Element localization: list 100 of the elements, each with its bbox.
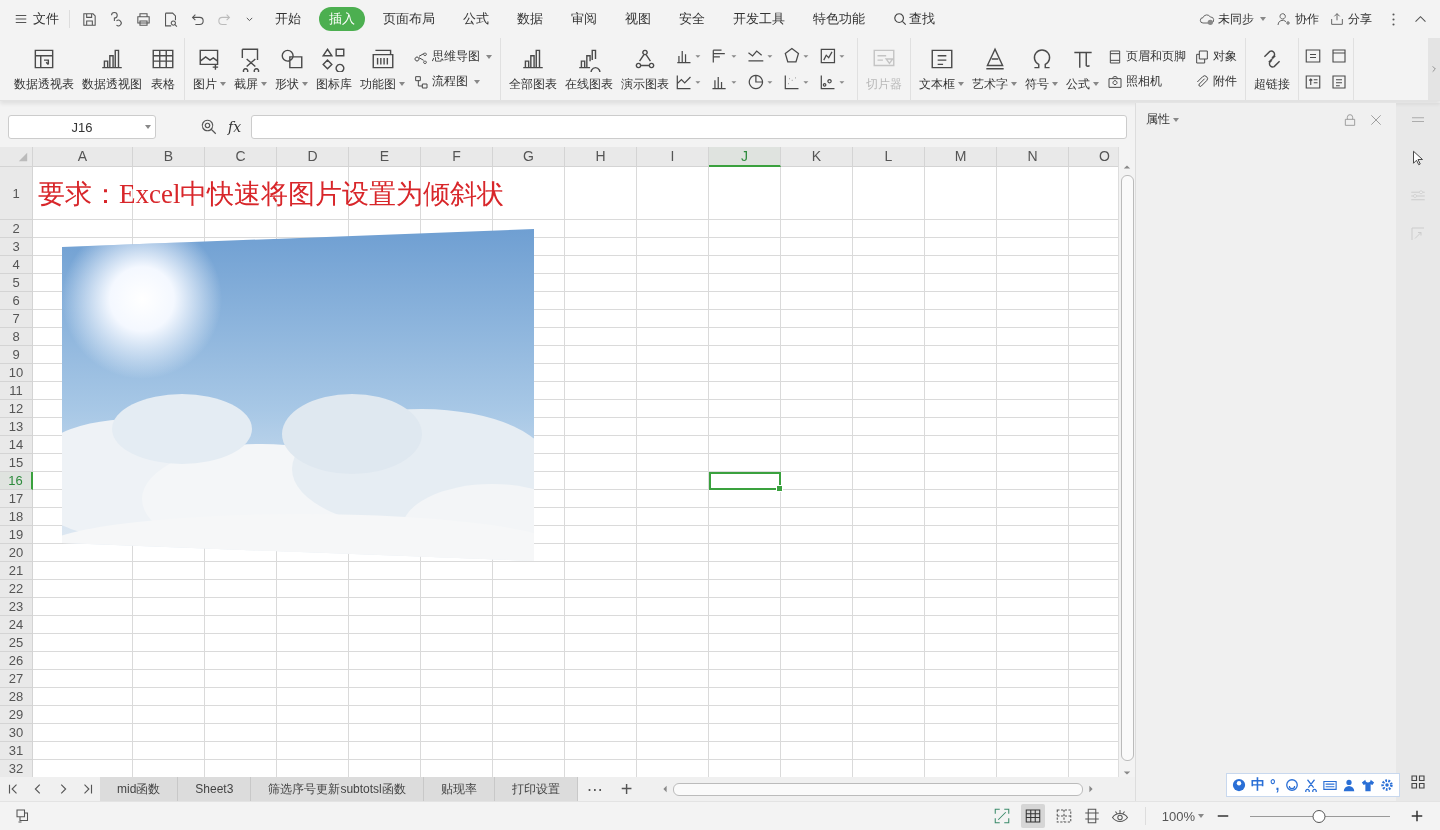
- search-button[interactable]: 查找: [883, 7, 945, 31]
- zoom-icon[interactable]: [200, 118, 218, 136]
- ribbon-button[interactable]: 图标库: [313, 43, 355, 95]
- slider-thumb[interactable]: [1312, 809, 1326, 823]
- ribbon-button[interactable]: 图片: [190, 43, 229, 95]
- column-header[interactable]: A: [33, 147, 133, 167]
- ribbon-button[interactable]: 艺术字: [969, 43, 1020, 95]
- column-header[interactable]: M: [925, 147, 997, 167]
- arrow-left-icon[interactable]: [661, 785, 670, 793]
- ribbon-button[interactable]: 照相机: [1107, 73, 1186, 90]
- menu-tab[interactable]: 公式: [453, 7, 499, 31]
- row-header[interactable]: 32: [0, 760, 33, 777]
- first-sheet-icon[interactable]: [6, 782, 20, 796]
- row-header[interactable]: 6: [0, 292, 33, 310]
- row-header[interactable]: 1: [0, 167, 33, 220]
- file-menu[interactable]: 文件: [14, 10, 70, 28]
- column-header[interactable]: K: [781, 147, 853, 167]
- row-header[interactable]: 31: [0, 742, 33, 760]
- column-header[interactable]: C: [205, 147, 277, 167]
- ribbon-button[interactable]: 截屏: [231, 43, 270, 95]
- zoom-dropdown[interactable]: 100%: [1161, 808, 1204, 824]
- row-header[interactable]: 24: [0, 616, 33, 634]
- ribbon-button[interactable]: 对象: [1194, 48, 1237, 65]
- row-header[interactable]: 14: [0, 436, 33, 454]
- row-header[interactable]: 21: [0, 562, 33, 580]
- ribbon-button[interactable]: 页眉和页脚: [1107, 48, 1186, 65]
- share-button[interactable]: 分享: [1329, 10, 1372, 28]
- collaborate-button[interactable]: 协作: [1276, 10, 1319, 28]
- print-preview-icon[interactable]: [162, 10, 179, 28]
- column-header[interactable]: E: [349, 147, 421, 167]
- list-icon[interactable]: [1330, 73, 1348, 91]
- column-header[interactable]: J: [709, 147, 781, 167]
- menu-tab[interactable]: 审阅: [561, 7, 607, 31]
- sheet-tab[interactable]: Sheet3: [178, 777, 252, 801]
- punctuation-label[interactable]: °,: [1270, 777, 1280, 793]
- arrow-up-icon[interactable]: [1123, 163, 1131, 171]
- smiley-icon[interactable]: [1284, 778, 1299, 792]
- column-header[interactable]: B: [133, 147, 205, 167]
- row-header[interactable]: 12: [0, 400, 33, 418]
- row-header[interactable]: 27: [0, 670, 33, 688]
- row-header[interactable]: 8: [0, 328, 33, 346]
- scatter-chart-icon[interactable]: [782, 72, 810, 92]
- sheet-tab[interactable]: 打印设置: [494, 777, 578, 801]
- row-header[interactable]: 3: [0, 238, 33, 256]
- menu-tab[interactable]: 开发工具: [723, 7, 795, 31]
- row-header[interactable]: 13: [0, 418, 33, 436]
- row-header[interactable]: 9: [0, 346, 33, 364]
- settings-icon[interactable]: [1379, 778, 1394, 792]
- row-header[interactable]: 19: [0, 526, 33, 544]
- column-header[interactable]: F: [421, 147, 493, 167]
- ribbon-button[interactable]: 数据透视图: [79, 43, 145, 95]
- scrollbar-thumb[interactable]: [1120, 175, 1134, 761]
- row-header[interactable]: 23: [0, 598, 33, 616]
- last-sheet-icon[interactable]: [81, 782, 95, 796]
- person-icon[interactable]: [1232, 778, 1246, 792]
- menu-tab[interactable]: 安全: [669, 7, 715, 31]
- row-header[interactable]: 16: [0, 472, 33, 490]
- column-header[interactable]: N: [997, 147, 1069, 167]
- row-header[interactable]: 2: [0, 220, 33, 238]
- normal-view-icon[interactable]: [1020, 804, 1045, 828]
- sheet-tab[interactable]: 贴现率: [423, 777, 495, 801]
- row-header[interactable]: 29: [0, 706, 33, 724]
- column-header[interactable]: H: [565, 147, 637, 167]
- row-header[interactable]: 5: [0, 274, 33, 292]
- sheet-tab[interactable]: mid函数: [100, 777, 179, 801]
- arrow-down-icon[interactable]: [1123, 769, 1131, 777]
- eye-icon[interactable]: [1110, 807, 1129, 825]
- person-icon[interactable]: [1341, 778, 1356, 792]
- ribbon-button[interactable]: 超链接: [1251, 43, 1293, 95]
- sheet-tab[interactable]: 筛选序号更新subtotsl函数: [251, 777, 424, 801]
- area-chart-icon[interactable]: [818, 46, 846, 66]
- row-header[interactable]: 22: [0, 580, 33, 598]
- menu-tab[interactable]: 开始: [265, 7, 311, 31]
- row-header[interactable]: 11: [0, 382, 33, 400]
- shirt-icon[interactable]: [1360, 778, 1375, 792]
- vertical-text-icon[interactable]: [1304, 73, 1322, 91]
- page-break-icon[interactable]: [1054, 807, 1073, 825]
- ribbon-button[interactable]: 流程图: [413, 73, 492, 90]
- row-header[interactable]: 15: [0, 454, 33, 472]
- selected-cell[interactable]: [709, 472, 781, 490]
- column-header[interactable]: D: [277, 147, 349, 167]
- ribbon-button[interactable]: 思维导图: [413, 48, 492, 65]
- bubble-chart-icon[interactable]: [818, 72, 846, 92]
- ribbon-button[interactable]: 表格: [147, 43, 179, 95]
- row-header[interactable]: 25: [0, 634, 33, 652]
- row-header[interactable]: 30: [0, 724, 33, 742]
- row-header[interactable]: 26: [0, 652, 33, 670]
- ribbon-button[interactable]: 数据透视表: [11, 43, 77, 95]
- row-header[interactable]: 28: [0, 688, 33, 706]
- arrow-right-icon[interactable]: [1087, 785, 1095, 793]
- fullscreen-icon[interactable]: [992, 807, 1011, 825]
- page-layout-icon[interactable]: [1082, 807, 1101, 825]
- properties-dropdown[interactable]: 属性: [1146, 111, 1179, 128]
- formula-input[interactable]: [251, 115, 1127, 139]
- function-label[interactable]: fx: [228, 119, 242, 135]
- ribbon-button[interactable]: 附件: [1194, 73, 1237, 90]
- ribbon-button[interactable]: 全部图表: [506, 43, 560, 95]
- menu-tab[interactable]: 视图: [615, 7, 661, 31]
- ribbon-button[interactable]: 演示图表: [618, 43, 672, 95]
- text-box-icon[interactable]: [1304, 47, 1322, 65]
